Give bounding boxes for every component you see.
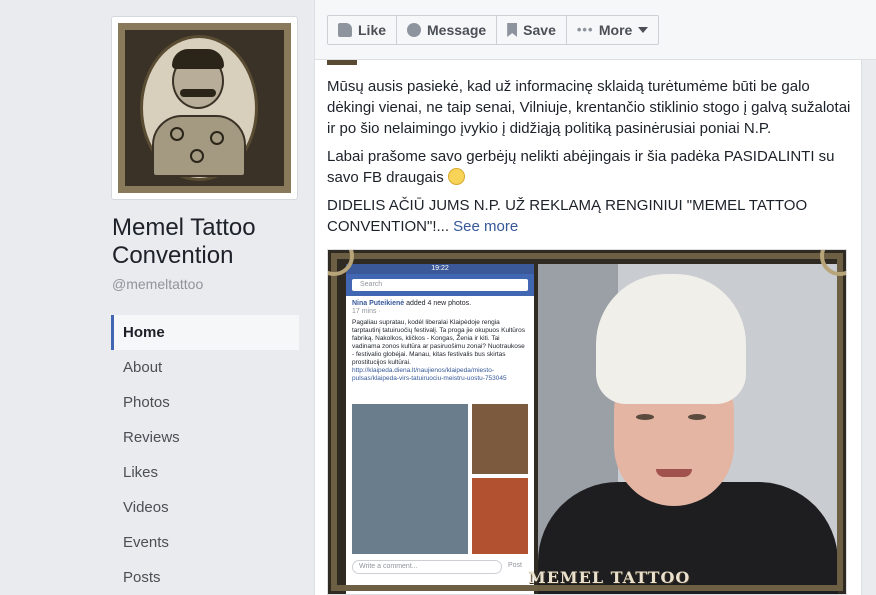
portrait-torso xyxy=(152,115,246,177)
tattoo-mark xyxy=(170,127,184,141)
like-button[interactable]: Like xyxy=(328,16,398,44)
page-nav: Home About Photos Reviews Likes Videos E… xyxy=(111,315,299,595)
portrait-mustache xyxy=(180,89,216,97)
action-button-group: Like Message Save ••• More xyxy=(327,15,660,45)
message-button[interactable]: Message xyxy=(397,16,498,44)
tattoo-mark xyxy=(210,131,224,145)
nav-item-likes[interactable]: Likes xyxy=(111,455,299,490)
profile-picture[interactable] xyxy=(111,16,298,200)
memel-tattoo-logo: MEMEL TATTOO xyxy=(528,568,691,587)
post-paragraph-text: Labai prašome savo gerbėjų nelikti abėji… xyxy=(327,148,835,186)
post-paragraph-text: DIDELIS AČIŪ JUMS N.P. UŽ REKLAMĄ RENGIN… xyxy=(327,197,808,235)
chevron-down-icon xyxy=(638,27,649,33)
messenger-icon xyxy=(407,23,422,37)
left-column: Memel Tattoo Convention @memeltattoo Hom… xyxy=(0,0,312,595)
post-card: Mūsų ausis pasiekė, kad už informacinę s… xyxy=(314,60,862,595)
post-paragraph: Labai prašome savo gerbėjų nelikti abėji… xyxy=(327,146,851,188)
portrait-hair xyxy=(172,49,224,69)
nav-item-home[interactable]: Home xyxy=(111,315,299,350)
nav-item-reviews[interactable]: Reviews xyxy=(111,420,299,455)
action-toolbar: Like Message Save ••• More xyxy=(314,0,876,60)
more-label: More xyxy=(598,22,633,38)
post-text: Mūsų ausis pasiekė, kad už informacinę s… xyxy=(327,76,851,244)
smiley-emoji-icon xyxy=(447,168,465,185)
post-photo[interactable]: 19:22 Search Nina Puteikienė added 4 new… xyxy=(327,249,847,595)
bookmark-icon xyxy=(507,23,518,37)
see-more-link[interactable]: See more xyxy=(453,218,518,235)
more-dots-icon: ••• xyxy=(576,22,594,37)
post-paragraph: DIDELIS AČIŪ JUMS N.P. UŽ REKLAMĄ RENGIN… xyxy=(327,195,851,237)
message-label: Message xyxy=(427,22,487,38)
like-label: Like xyxy=(358,22,387,38)
save-label: Save xyxy=(523,22,556,38)
profile-image xyxy=(118,23,291,193)
ornamental-frame xyxy=(331,253,843,591)
post-paragraph: Mūsų ausis pasiekė, kad už informacinę s… xyxy=(327,78,851,137)
page-title[interactable]: Memel Tattoo Convention xyxy=(112,214,302,270)
nav-item-events[interactable]: Events xyxy=(111,525,299,560)
nav-item-posts[interactable]: Posts xyxy=(111,560,299,595)
nav-item-about[interactable]: About xyxy=(111,350,299,385)
more-button[interactable]: ••• More xyxy=(567,16,658,44)
thumbs-up-icon xyxy=(338,23,352,37)
nav-item-videos[interactable]: Videos xyxy=(111,490,299,525)
page-handle[interactable]: @memeltattoo xyxy=(112,276,203,292)
save-button[interactable]: Save xyxy=(497,16,567,44)
tattoo-mark xyxy=(190,149,204,163)
post-avatar-edge xyxy=(327,60,357,65)
nav-item-photos[interactable]: Photos xyxy=(111,385,299,420)
